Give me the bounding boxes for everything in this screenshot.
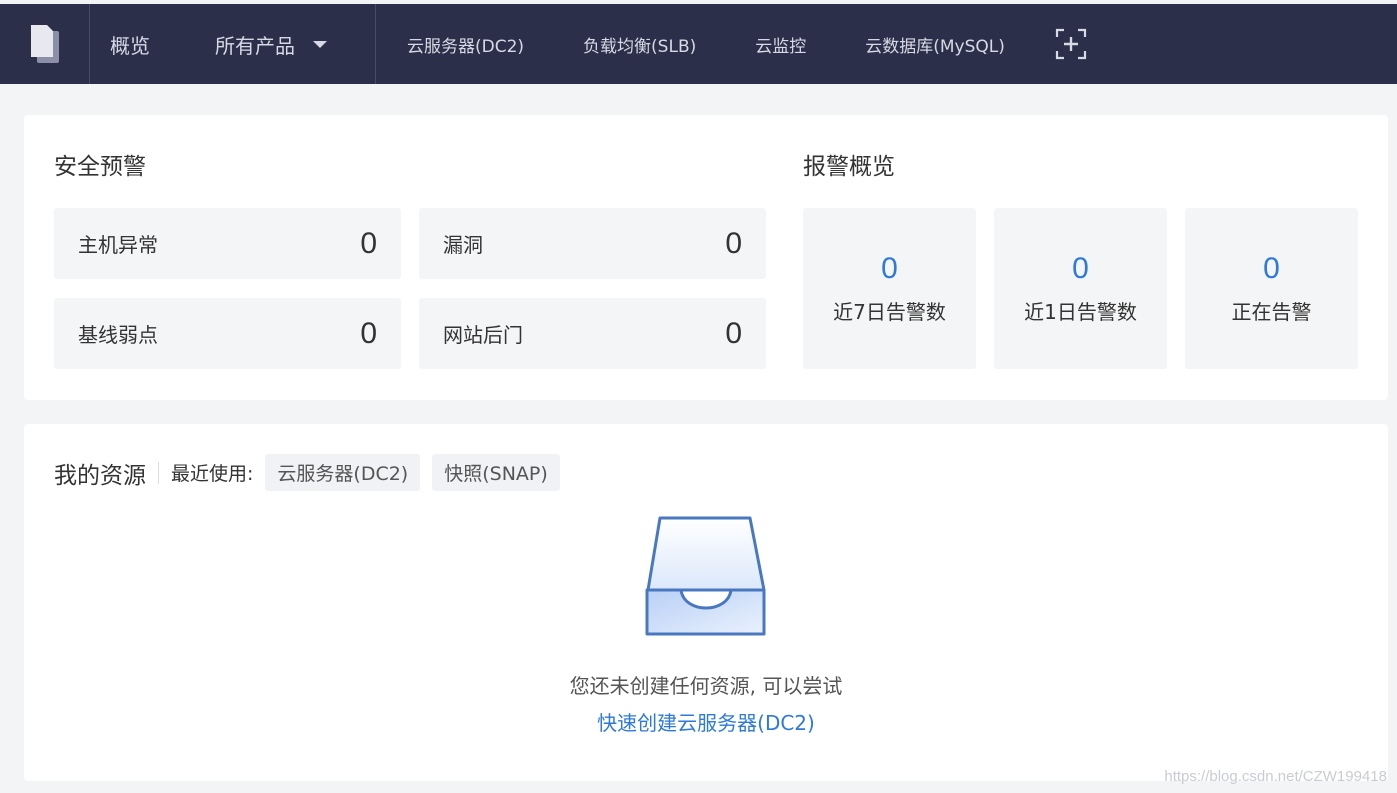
add-shortcut-button[interactable] [1055,28,1087,60]
resources-card: 我的资源 最近使用: 云服务器(DC2) 快照(SNAP) 您还未创建任何资源,… [24,424,1388,781]
resources-header: 我的资源 最近使用: 云服务器(DC2) 快照(SNAP) [54,454,572,491]
stat-value: 0 [725,226,742,260]
nav-product-monitor[interactable]: 云监控 [755,4,806,84]
alert-value: 0 [1263,252,1280,285]
recent-tag-dc2[interactable]: 云服务器(DC2) [265,454,421,491]
stat-label: 主机异常 [78,233,158,257]
recent-label: 最近使用: [171,463,254,485]
alerts-title: 报警概览 [803,154,895,180]
security-item-baseline[interactable]: 基线弱点 0 [54,298,401,369]
nav-overview[interactable]: 概览 [90,4,215,84]
alert-item-1d[interactable]: 0 近1日告警数 [994,208,1167,369]
header-divider [158,461,159,484]
alert-label: 近7日告警数 [833,300,946,324]
empty-inbox-icon [645,516,766,636]
recent-tag-snap[interactable]: 快照(SNAP) [432,454,560,491]
stat-value: 0 [725,316,742,350]
nav-product-slb[interactable]: 负载均衡(SLB) [583,4,696,84]
security-item-vuln[interactable]: 漏洞 0 [419,208,766,279]
add-shortcut-icon [1055,28,1086,60]
security-title: 安全预警 [54,154,146,180]
alert-item-7d[interactable]: 0 近7日告警数 [803,208,976,369]
alert-item-active[interactable]: 0 正在告警 [1185,208,1358,369]
nav-product-mysql[interactable]: 云数据库(MySQL) [865,4,1005,84]
overview-card: 安全预警 主机异常 0 漏洞 0 基线弱点 0 网站后门 0 报警概览 0 近7… [24,115,1388,400]
empty-state: 您还未创建任何资源, 可以尝试 快速创建云服务器(DC2) [24,516,1388,736]
empty-message: 您还未创建任何资源, 可以尝试 [569,674,843,698]
watermark: https://blog.csdn.net/CZW199418 [1164,768,1387,785]
logo[interactable] [0,4,90,84]
stat-value: 0 [360,226,377,260]
caret-down-icon [313,40,327,48]
stat-label: 漏洞 [443,233,483,257]
stat-label: 网站后门 [443,323,523,347]
alert-value: 0 [1072,252,1089,285]
alert-value: 0 [881,252,898,285]
top-nav: 概览 所有产品 云服务器(DC2) 负载均衡(SLB) 云监控 云数据库(MyS… [0,4,1397,84]
stat-value: 0 [360,316,377,350]
product-shortcuts: 云服务器(DC2) 负载均衡(SLB) 云监控 云数据库(MySQL) [376,4,1087,84]
quick-create-link[interactable]: 快速创建云服务器(DC2) [597,707,815,736]
security-item-host[interactable]: 主机异常 0 [54,208,401,279]
stat-label: 基线弱点 [78,323,158,347]
security-item-backdoor[interactable]: 网站后门 0 [419,298,766,369]
document-icon [30,25,59,63]
nav-all-products[interactable]: 所有产品 [215,4,375,84]
nav-product-dc2[interactable]: 云服务器(DC2) [407,4,524,84]
resources-title: 我的资源 [54,462,146,489]
nav-all-products-label: 所有产品 [215,33,295,58]
alert-label: 正在告警 [1231,300,1312,324]
alert-label: 近1日告警数 [1024,300,1137,324]
